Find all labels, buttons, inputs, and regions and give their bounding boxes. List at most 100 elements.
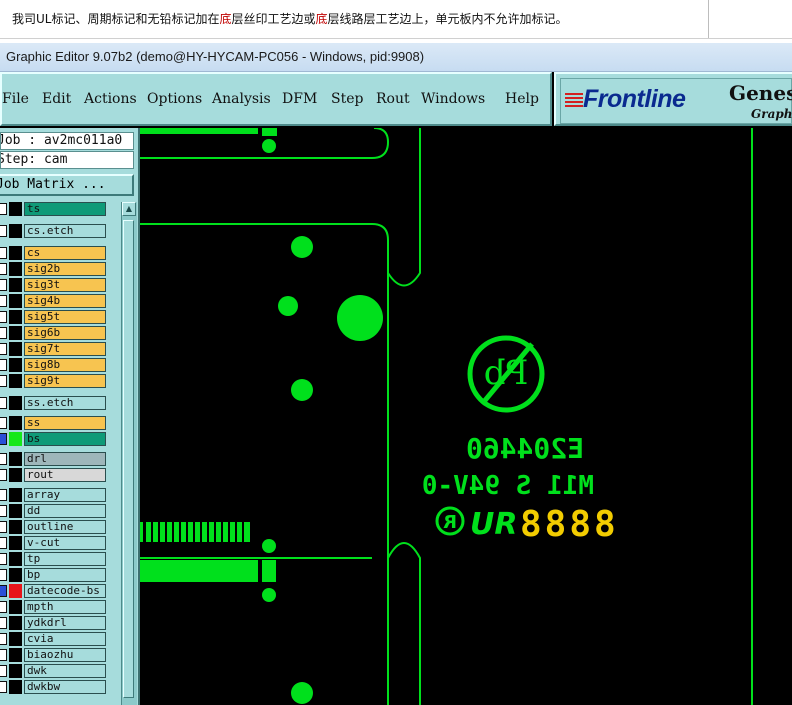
layer-checkbox[interactable] (0, 489, 7, 501)
layer-name[interactable]: biaozhu (24, 648, 106, 662)
layer-row-outline[interactable]: outline (0, 520, 110, 534)
menu-options[interactable]: Options (147, 91, 202, 107)
layer-row-sig4b[interactable]: sig4b (0, 294, 110, 308)
layer-row-biaozhu[interactable]: biaozhu (0, 648, 110, 662)
layer-row-bs[interactable]: bs (0, 432, 110, 446)
layer-name[interactable]: cs (24, 246, 106, 260)
layer-name[interactable]: tp (24, 552, 106, 566)
layer-name[interactable]: datecode-bs (24, 584, 106, 598)
layer-name[interactable]: sig8b (24, 358, 106, 372)
layer-color-swatch[interactable] (9, 452, 22, 466)
layer-checkbox[interactable] (0, 521, 7, 533)
layer-name[interactable]: cs.etch (24, 224, 106, 238)
layer-checkbox[interactable] (0, 665, 7, 677)
layer-color-swatch[interactable] (9, 202, 22, 216)
layer-name[interactable]: ydkdrl (24, 616, 106, 630)
layer-checkbox[interactable] (0, 585, 7, 597)
layer-checkbox[interactable] (0, 453, 7, 465)
layer-color-swatch[interactable] (9, 416, 22, 430)
layer-row-v-cut[interactable]: v-cut (0, 536, 110, 550)
layer-color-swatch[interactable] (9, 568, 22, 582)
layer-color-swatch[interactable] (9, 294, 22, 308)
layer-name[interactable]: cvia (24, 632, 106, 646)
graphic-canvas[interactable]: Pb E204460 M11 S 94V-0 R UR 8888 (140, 128, 792, 705)
layer-name[interactable]: sig9t (24, 374, 106, 388)
layer-name[interactable]: array (24, 488, 106, 502)
layer-color-swatch[interactable] (9, 374, 22, 388)
layer-color-swatch[interactable] (9, 664, 22, 678)
layer-color-swatch[interactable] (9, 432, 22, 446)
layer-checkbox[interactable] (0, 225, 7, 237)
menu-dfm[interactable]: DFM (282, 91, 317, 107)
layer-row-cs[interactable]: cs (0, 246, 110, 260)
layer-name[interactable]: dwkbw (24, 680, 106, 694)
layer-checkbox[interactable] (0, 375, 7, 387)
layer-row-dwk[interactable]: dwk (0, 664, 110, 678)
layer-name[interactable]: sig4b (24, 294, 106, 308)
menu-rout[interactable]: Rout (376, 91, 410, 107)
layer-color-swatch[interactable] (9, 468, 22, 482)
layer-row-ts[interactable]: ts (0, 202, 110, 216)
layer-color-swatch[interactable] (9, 278, 22, 292)
layer-name[interactable]: v-cut (24, 536, 106, 550)
layer-color-swatch[interactable] (9, 342, 22, 356)
layer-checkbox[interactable] (0, 327, 7, 339)
layer-name[interactable]: sig7t (24, 342, 106, 356)
layer-name[interactable]: dwk (24, 664, 106, 678)
layer-row-sig3t[interactable]: sig3t (0, 278, 110, 292)
layer-checkbox[interactable] (0, 649, 7, 661)
layer-row-sig9t[interactable]: sig9t (0, 374, 110, 388)
layer-row-cs.etch[interactable]: cs.etch (0, 224, 110, 238)
layer-name[interactable]: ss.etch (24, 396, 106, 410)
layer-color-swatch[interactable] (9, 224, 22, 238)
layer-name[interactable]: mpth (24, 600, 106, 614)
layer-checkbox[interactable] (0, 263, 7, 275)
layer-checkbox[interactable] (0, 433, 7, 445)
layer-checkbox[interactable] (0, 343, 7, 355)
layer-row-dd[interactable]: dd (0, 504, 110, 518)
layer-checkbox[interactable] (0, 469, 7, 481)
layer-row-dwkbw[interactable]: dwkbw (0, 680, 110, 694)
layer-name[interactable]: rout (24, 468, 106, 482)
layer-name[interactable]: bp (24, 568, 106, 582)
layer-checkbox[interactable] (0, 569, 7, 581)
scroll-thumb[interactable] (123, 220, 134, 698)
layer-name[interactable]: drl (24, 452, 106, 466)
layer-row-sig7t[interactable]: sig7t (0, 342, 110, 356)
window-title-bar[interactable]: Graphic Editor 9.07b2 (demo@HY-HYCAM-PC0… (0, 43, 792, 72)
layer-checkbox[interactable] (0, 417, 7, 429)
layer-name[interactable]: dd (24, 504, 106, 518)
layer-row-array[interactable]: array (0, 488, 110, 502)
layer-checkbox[interactable] (0, 397, 7, 409)
layer-checkbox[interactable] (0, 601, 7, 613)
layer-color-swatch[interactable] (9, 552, 22, 566)
menu-file[interactable]: File (2, 91, 29, 107)
layer-color-swatch[interactable] (9, 648, 22, 662)
layer-row-rout[interactable]: rout (0, 468, 110, 482)
layer-row-sig6b[interactable]: sig6b (0, 326, 110, 340)
layer-checkbox[interactable] (0, 505, 7, 517)
layer-color-swatch[interactable] (9, 488, 22, 502)
layer-row-drl[interactable]: drl (0, 452, 110, 466)
layer-scrollbar[interactable]: ▲ (121, 202, 137, 705)
layer-color-swatch[interactable] (9, 616, 22, 630)
layer-row-ss[interactable]: ss (0, 416, 110, 430)
layer-checkbox[interactable] (0, 681, 7, 693)
layer-color-swatch[interactable] (9, 396, 22, 410)
layer-name[interactable]: sig3t (24, 278, 106, 292)
layer-checkbox[interactable] (0, 203, 7, 215)
layer-name[interactable]: sig5t (24, 310, 106, 324)
layer-checkbox[interactable] (0, 633, 7, 645)
layer-color-swatch[interactable] (9, 262, 22, 276)
layer-row-ss.etch[interactable]: ss.etch (0, 396, 110, 410)
menu-actions[interactable]: Actions (84, 91, 137, 107)
layer-name[interactable]: ts (24, 202, 106, 216)
layer-checkbox[interactable] (0, 553, 7, 565)
layer-color-swatch[interactable] (9, 680, 22, 694)
scroll-up-arrow-icon[interactable]: ▲ (122, 202, 136, 216)
layer-row-sig5t[interactable]: sig5t (0, 310, 110, 324)
layer-checkbox[interactable] (0, 295, 7, 307)
layer-name[interactable]: sig6b (24, 326, 106, 340)
layer-color-swatch[interactable] (9, 326, 22, 340)
layer-color-swatch[interactable] (9, 246, 22, 260)
